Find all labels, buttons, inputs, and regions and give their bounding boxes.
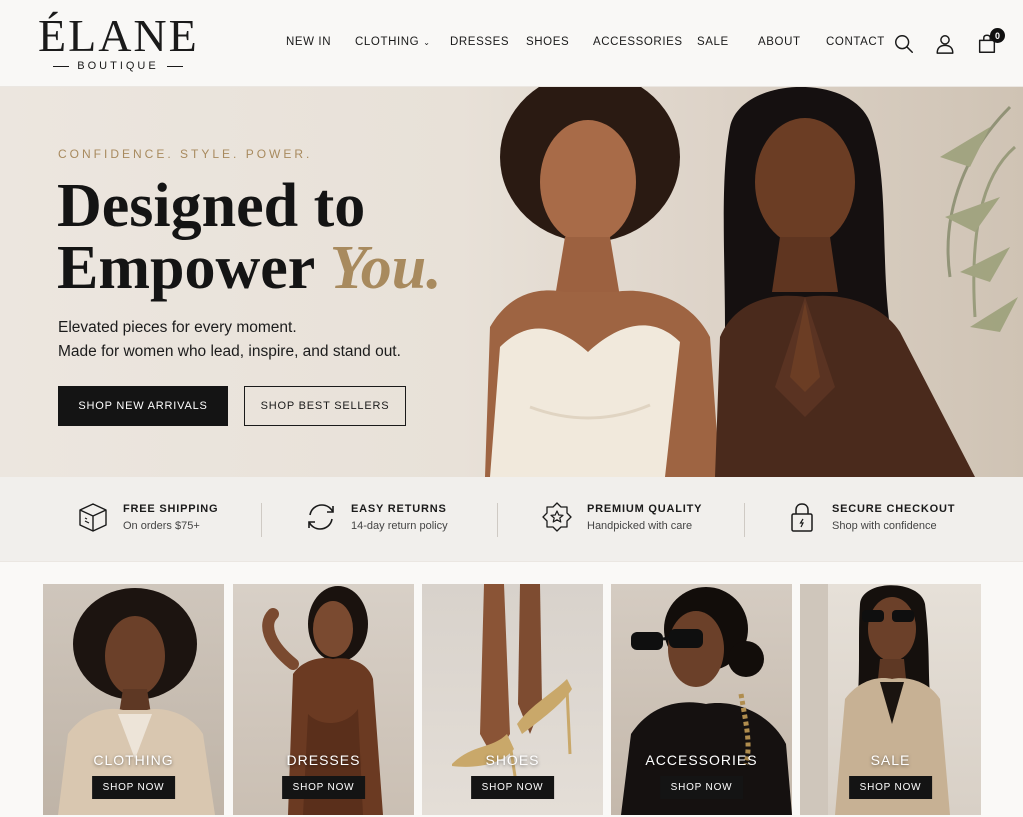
search-icon[interactable] — [893, 33, 915, 55]
cart-count-badge: 0 — [990, 28, 1005, 43]
nav-item-label: CLOTHING — [355, 36, 420, 48]
category-card-clothing[interactable]: CLOTHING SHOP NOW — [43, 584, 224, 815]
site-header: ÉLANE BOUTIQUE NEW IN CLOTHING ⌄ DRESSES … — [0, 0, 1023, 87]
nav-item-contact[interactable]: CONTACT — [826, 36, 886, 48]
category-card-sale[interactable]: SALE SHOP NOW — [800, 584, 981, 815]
hero-title-line2: Empower — [57, 234, 315, 302]
brand-name: ÉLANE — [38, 10, 199, 61]
nav-item-dresses[interactable]: DRESSES — [450, 36, 526, 48]
feature-secure-checkout: SECURE CHECKOUT Shop with confidence — [786, 501, 955, 533]
brand-logo[interactable]: ÉLANE BOUTIQUE — [38, 10, 199, 73]
brand-tagline: BOUTIQUE — [77, 60, 159, 72]
nav-item-new-in[interactable]: NEW IN — [286, 36, 355, 48]
feature-divider — [497, 503, 498, 537]
feature-divider — [261, 503, 262, 537]
shop-now-button[interactable]: SHOP NOW — [281, 776, 366, 799]
category-card-shoes[interactable]: SHOES SHOP NOW — [422, 584, 603, 815]
lock-icon — [791, 503, 813, 532]
nav-item-about[interactable]: ABOUT — [758, 36, 826, 48]
nav-item-label: ABOUT — [758, 36, 801, 48]
category-card-accessories[interactable]: ACCESSORIES SHOP NOW — [611, 584, 792, 815]
star-badge-icon — [542, 502, 572, 532]
chevron-down-icon: ⌄ — [423, 37, 431, 47]
category-grid: CLOTHING SHOP NOW DRESSES SHOP NOW SHOES… — [0, 562, 1023, 817]
category-card-dresses[interactable]: DRESSES SHOP NOW — [233, 584, 414, 815]
category-label: SHOES — [485, 752, 540, 768]
nav-item-label: NEW IN — [286, 36, 332, 48]
box-icon — [79, 503, 107, 532]
feature-subtitle: 14-day return policy — [351, 519, 448, 532]
feature-divider — [744, 503, 745, 537]
category-label: CLOTHING — [93, 752, 174, 768]
feature-free-shipping: FREE SHIPPING On orders $75+ — [77, 501, 218, 533]
feature-subtitle: Handpicked with care — [587, 519, 693, 532]
hero-eyebrow: CONFIDENCE. STYLE. POWER. — [58, 147, 313, 161]
nav-item-clothing[interactable]: CLOTHING ⌄ — [355, 36, 450, 48]
tagline-rule-right — [166, 65, 183, 67]
hero-models-image — [485, 87, 1018, 477]
user-icon[interactable] — [934, 33, 956, 55]
feature-subtitle: Shop with confidence — [832, 519, 937, 532]
brand-tagline-row: BOUTIQUE — [38, 60, 198, 72]
feature-premium-quality: PREMIUM QUALITY Handpicked with care — [541, 501, 702, 533]
features-bar: FREE SHIPPING On orders $75+ EASY RETURN… — [0, 477, 1023, 562]
hero-subtitle: Elevated pieces for every moment. Made f… — [58, 316, 401, 364]
category-label: SALE — [870, 752, 911, 768]
category-label: DRESSES — [286, 752, 361, 768]
nav-item-accessories[interactable]: ACCESSORIES — [593, 36, 697, 48]
feature-title: FREE SHIPPING — [123, 502, 219, 515]
category-label: ACCESSORIES — [645, 752, 758, 768]
feature-title: EASY RETURNS — [351, 502, 447, 515]
hero-title: Designed to Empower You. — [57, 175, 442, 299]
nav-item-label: ACCESSORIES — [593, 36, 683, 48]
feature-easy-returns: EASY RETURNS 14-day return policy — [305, 501, 448, 533]
shop-best-sellers-button[interactable]: SHOP BEST SELLERS — [244, 386, 406, 426]
main-nav: NEW IN CLOTHING ⌄ DRESSES SHOES ACCESSORI… — [286, 36, 886, 48]
feature-title: PREMIUM QUALITY — [587, 502, 703, 515]
hero-subtitle-line2: Made for women who lead, inspire, and st… — [58, 343, 401, 360]
shop-now-button[interactable]: SHOP NOW — [470, 776, 555, 799]
shop-now-button[interactable]: SHOP NOW — [848, 776, 933, 799]
shop-new-arrivals-button[interactable]: SHOP NEW ARRIVALS — [58, 386, 228, 426]
hero-subtitle-line1: Elevated pieces for every moment. — [58, 319, 297, 336]
refresh-icon — [308, 504, 334, 530]
shop-now-button[interactable]: SHOP NOW — [659, 776, 744, 799]
shop-now-button[interactable]: SHOP NOW — [91, 776, 176, 799]
hero-banner: CONFIDENCE. STYLE. POWER. Designed to Em… — [0, 87, 1023, 477]
nav-item-label: CONTACT — [826, 36, 885, 48]
hero-title-line1: Designed to — [57, 172, 366, 240]
nav-item-shoes[interactable]: SHOES — [526, 36, 593, 48]
nav-item-sale[interactable]: SALE — [697, 36, 758, 48]
feature-subtitle: On orders $75+ — [123, 519, 200, 532]
nav-item-label: SALE — [697, 36, 729, 48]
nav-item-label: DRESSES — [450, 36, 510, 48]
nav-item-label: SHOES — [526, 36, 570, 48]
feature-title: SECURE CHECKOUT — [832, 502, 956, 515]
tagline-rule-left — [53, 65, 70, 67]
hero-title-accent: You. — [329, 234, 442, 302]
